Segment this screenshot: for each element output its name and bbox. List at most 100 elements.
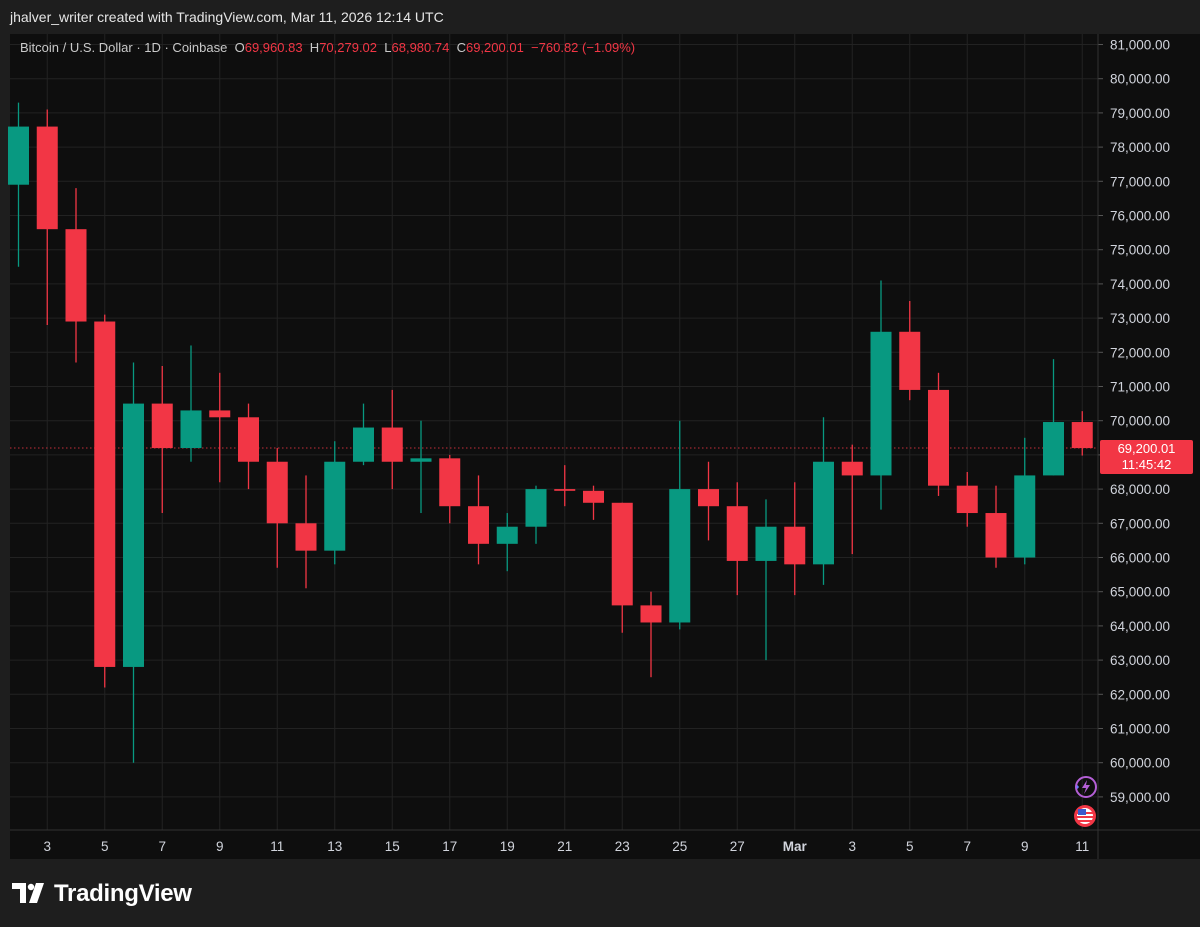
candle-body xyxy=(1071,422,1093,449)
candle-body xyxy=(180,410,202,449)
symbol-legend: Bitcoin / U.S. Dollar · 1D · Coinbase O6… xyxy=(20,40,635,55)
tradingview-logo-icon xyxy=(12,883,44,903)
price-tick-label: 72,000.00 xyxy=(1110,345,1170,360)
candle xyxy=(1043,359,1064,476)
price-tick-label: 79,000.00 xyxy=(1110,106,1170,121)
price-tick-label: 73,000.00 xyxy=(1110,311,1170,326)
price-tick-label: 59,000.00 xyxy=(1110,790,1170,805)
candle-body xyxy=(94,321,116,667)
price-tick-label: 60,000.00 xyxy=(1110,756,1170,771)
us-flag-icon[interactable] xyxy=(1071,802,1099,830)
candle-body xyxy=(698,489,719,507)
candle xyxy=(525,485,547,544)
candle xyxy=(985,485,1007,568)
last-price-tag: 69,200.01 11:45:42 xyxy=(1100,440,1193,474)
candle-body xyxy=(583,490,604,503)
candle-body xyxy=(813,461,834,565)
date-tick-label: 5 xyxy=(906,839,914,854)
candle xyxy=(151,365,173,514)
brand-name: TradingView xyxy=(54,880,192,907)
date-tick-label: 21 xyxy=(557,839,572,854)
price-tick-label: 70,000.00 xyxy=(1110,414,1170,429)
tradingview-brand[interactable]: TradingView xyxy=(12,878,192,910)
candle xyxy=(611,502,633,633)
low-label: L xyxy=(384,40,392,55)
price-tick-label: 66,000.00 xyxy=(1110,551,1170,566)
date-tick-label: 11 xyxy=(1075,839,1089,854)
candle xyxy=(928,372,949,496)
candle-body xyxy=(468,506,489,544)
candle xyxy=(65,188,87,363)
open-value: 69,960.83 xyxy=(244,40,303,55)
date-tick-label: 5 xyxy=(101,839,109,854)
price-tick-label: 65,000.00 xyxy=(1110,585,1170,600)
candle-body xyxy=(1014,475,1036,558)
price-tick-label: 74,000.00 xyxy=(1110,277,1170,292)
high-value: 70,279.02 xyxy=(319,40,378,55)
candle xyxy=(8,102,29,267)
candle-body xyxy=(151,403,173,449)
candle-body xyxy=(956,485,978,514)
price-tick-label: 64,000.00 xyxy=(1110,619,1170,634)
candle xyxy=(209,372,231,483)
candle xyxy=(726,482,748,596)
candle-body xyxy=(1043,422,1064,476)
candle xyxy=(870,280,892,510)
candle xyxy=(295,475,317,589)
date-tick-label: 25 xyxy=(672,839,687,854)
close-label: C xyxy=(456,40,466,55)
candle xyxy=(784,482,806,596)
candle xyxy=(410,420,432,514)
date-tick-label: 9 xyxy=(216,839,224,854)
candle-body xyxy=(266,461,288,524)
symbol-label: Bitcoin / U.S. Dollar · 1D · Coinbase xyxy=(20,40,228,55)
date-tick-label: Mar xyxy=(783,839,808,854)
candle-body xyxy=(439,458,461,507)
date-tick-label: 7 xyxy=(963,839,971,854)
candle xyxy=(123,362,144,763)
candle xyxy=(554,465,576,507)
candle xyxy=(956,472,978,527)
price-tick-label: 61,000.00 xyxy=(1110,722,1170,737)
candle-body xyxy=(841,461,863,476)
candle-body xyxy=(496,526,518,544)
date-tick-label: 11 xyxy=(270,839,284,854)
candle-body xyxy=(554,489,576,491)
candle xyxy=(180,345,202,462)
price-tick-label: 62,000.00 xyxy=(1110,687,1170,702)
candle-body xyxy=(784,526,806,565)
candle xyxy=(640,591,662,678)
candle-body xyxy=(611,502,633,606)
high-label: H xyxy=(309,40,320,55)
time-axis[interactable]: 3 5 7 9 11 13 15 17 19 21 23 25 27 Mar 3 5 7 9 11 xyxy=(10,829,1200,854)
date-tick-label: 7 xyxy=(158,839,166,854)
candle-body xyxy=(36,126,58,230)
price-tick-label: 68,000.00 xyxy=(1110,482,1170,497)
candle xyxy=(583,485,604,520)
date-tick-label: 19 xyxy=(500,839,515,854)
candle-body xyxy=(295,523,317,551)
date-tick-label: 3 xyxy=(43,839,51,854)
candle-body xyxy=(410,458,432,462)
candle xyxy=(669,420,691,630)
candle-body xyxy=(209,410,231,418)
change-value: −760.82 (−1.09%) xyxy=(531,40,636,55)
candlestick-chart[interactable]: 81,000.00 80,000.00 79,000.00 78,000.00 77,0… xyxy=(0,0,1200,927)
price-tick-label: 81,000.00 xyxy=(1110,38,1170,53)
price-tick-label: 67,000.00 xyxy=(1110,516,1170,531)
sparkle-lightning-icon[interactable] xyxy=(1071,773,1099,801)
date-tick-label: 9 xyxy=(1021,839,1029,854)
candles xyxy=(8,102,1093,763)
date-tick-label: 17 xyxy=(442,839,457,854)
candle-body xyxy=(899,331,921,390)
candle-body xyxy=(525,489,547,527)
candle xyxy=(496,513,518,572)
last-price-value: 69,200.01 xyxy=(1117,441,1176,456)
candle-body xyxy=(324,461,346,551)
date-tick-label: 3 xyxy=(848,839,856,854)
candle-body xyxy=(8,126,29,185)
price-tick-label: 75,000.00 xyxy=(1110,243,1170,258)
candle xyxy=(698,461,719,541)
close-value: 69,200.01 xyxy=(465,40,524,55)
date-tick-label: 13 xyxy=(327,839,342,854)
